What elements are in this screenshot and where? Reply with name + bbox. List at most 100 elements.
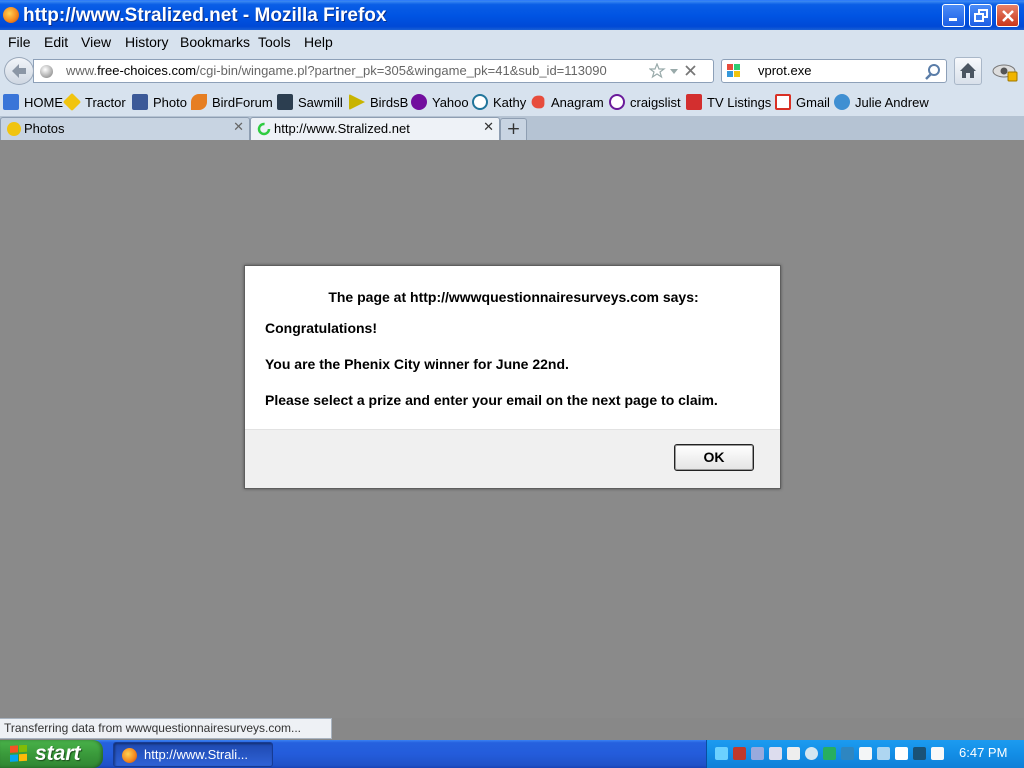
menu-edit[interactable]: Edit (44, 34, 68, 50)
google-icon (3, 94, 19, 110)
bluetooth-icon[interactable] (751, 747, 764, 760)
tv-guide-icon (686, 94, 702, 110)
number-one-icon[interactable] (895, 747, 908, 760)
menu-help[interactable]: Help (304, 34, 333, 50)
menu-tools[interactable]: Tools (258, 34, 291, 50)
bookmarks-toolbar: HOME Tractor Photo BirdForum Sawmill Bir… (0, 89, 1024, 116)
close-button[interactable] (996, 4, 1019, 27)
bird-flag-icon (349, 94, 365, 110)
bookmark-gmail[interactable]: Gmail (775, 94, 830, 111)
bookmark-birdforum[interactable]: BirdForum (191, 94, 273, 111)
tab-photos[interactable]: Photos ✕ (0, 117, 250, 140)
tab-stralized[interactable]: http://www.Stralized.net ✕ (250, 117, 500, 140)
tab-label: http://www.Stralized.net (274, 121, 410, 136)
firefox-icon (122, 748, 137, 763)
search-bar[interactable]: vprot.exe (721, 59, 947, 83)
gmail-icon (775, 94, 791, 110)
volume-icon[interactable] (931, 747, 944, 760)
addon-eye-icon (992, 64, 1018, 82)
bookmark-yahoo[interactable]: Yahoo (411, 94, 469, 111)
addon-button[interactable] (990, 57, 1022, 85)
bookmark-anagram[interactable]: Anagram (530, 94, 604, 111)
chat-icon[interactable] (913, 747, 926, 760)
dialog-message-line: You are the Phenix City winner for June … (265, 356, 569, 372)
security-icon[interactable] (733, 747, 746, 760)
menu-file[interactable]: File (8, 34, 31, 50)
bookmark-tractor[interactable]: Tractor (62, 92, 126, 112)
search-input[interactable]: vprot.exe (758, 63, 811, 78)
tractor-sign-icon (62, 92, 82, 112)
peace-icon (609, 94, 625, 110)
restore-icon (974, 9, 988, 22)
minimize-icon (949, 18, 957, 21)
sync-icon[interactable] (841, 747, 854, 760)
dialog-footer: OK (245, 429, 780, 488)
wordpress-icon (472, 94, 488, 110)
start-button[interactable]: start (0, 740, 103, 768)
bookmark-kathy[interactable]: Kathy (472, 94, 526, 111)
tab-label: Photos (24, 121, 65, 136)
bookmark-julie-andrew[interactable]: Julie Andrew (834, 94, 929, 111)
puzzle-icon (834, 94, 850, 110)
search-magnifier-icon[interactable] (924, 63, 942, 81)
system-tray: 6:47 PM (706, 740, 1024, 768)
bookmark-photo[interactable]: Photo (132, 94, 187, 111)
menu-bookmarks[interactable]: Bookmarks (180, 34, 250, 50)
windows-logo-icon (10, 745, 27, 762)
yahoo-icon (411, 94, 427, 110)
update-icon[interactable] (805, 747, 818, 760)
minimize-button[interactable] (942, 4, 965, 27)
menu-view[interactable]: View (81, 34, 111, 50)
url-domain: free-choices.com (97, 63, 197, 78)
site-identity-icon[interactable] (40, 65, 53, 78)
app-icon[interactable] (877, 747, 890, 760)
home-button[interactable] (954, 57, 982, 85)
printer-icon[interactable] (769, 747, 782, 760)
status-bar: Transferring data from wwwquestionnaires… (0, 718, 332, 739)
antivirus-icon[interactable] (823, 747, 836, 760)
firefox-icon (3, 7, 19, 23)
tab-close-icon[interactable]: ✕ (233, 120, 244, 135)
url-prefix: www. (66, 63, 98, 78)
taskbar-firefox-window[interactable]: http://www.Strali... (113, 742, 273, 767)
window-titlebar[interactable]: http://www.Stralized.net - Mozilla Firef… (0, 0, 1024, 30)
status-text: Transferring data from wwwquestionnaires… (4, 721, 301, 735)
usb-icon[interactable] (859, 747, 872, 760)
back-button[interactable] (4, 57, 34, 85)
fish-icon (531, 95, 545, 109)
bookmark-craigslist[interactable]: craigslist (609, 94, 681, 111)
close-icon (1002, 10, 1014, 22)
bookmark-home[interactable]: HOME (3, 94, 63, 111)
back-arrow-icon (12, 64, 26, 78)
network-icon[interactable] (715, 747, 728, 760)
menu-history[interactable]: History (125, 34, 169, 50)
tab-close-icon[interactable]: ✕ (483, 120, 494, 135)
bookmark-birdsb[interactable]: BirdsB (349, 94, 408, 111)
search-engine-icon[interactable] (727, 64, 743, 78)
taskbar: start http://www.Strali... 6:47 PM (0, 740, 1024, 768)
url-actions (648, 62, 696, 79)
tractor-favicon-icon (7, 122, 21, 136)
url-text[interactable]: www.free-choices.com/cgi-bin/wingame.pl?… (66, 63, 607, 78)
start-label: start (35, 742, 81, 765)
bookmark-star-icon (648, 62, 666, 79)
bookmark-sawmill[interactable]: Sawmill (277, 94, 343, 111)
bird-icon (191, 94, 207, 110)
url-bar[interactable]: www.free-choices.com/cgi-bin/wingame.pl?… (33, 59, 714, 83)
url-path: /cgi-bin/wingame.pl?partner_pk=305&winga… (196, 63, 607, 78)
tab-strip: Photos ✕ http://www.Stralized.net ✕ + (0, 116, 1024, 140)
plus-icon: + (506, 119, 521, 139)
menu-bar: File Edit View History Bookmarks Tools H… (0, 30, 1024, 54)
new-tab-button[interactable]: + (500, 118, 527, 140)
alert-dialog: The page at http://wwwquestionnairesurve… (244, 265, 781, 489)
photo-icon (132, 94, 148, 110)
home-icon (960, 63, 976, 78)
dialog-message-line: Congratulations! (265, 320, 377, 336)
history-dropdown-icon (670, 69, 678, 74)
ok-button[interactable]: OK (674, 444, 754, 471)
clock[interactable]: 6:47 PM (959, 745, 1007, 760)
bookmark-tv-listings[interactable]: TV Listings (686, 94, 771, 111)
restore-button[interactable] (969, 4, 992, 27)
monitor-icon[interactable] (787, 747, 800, 760)
dialog-title: The page at http://wwwquestionnairesurve… (328, 289, 699, 305)
